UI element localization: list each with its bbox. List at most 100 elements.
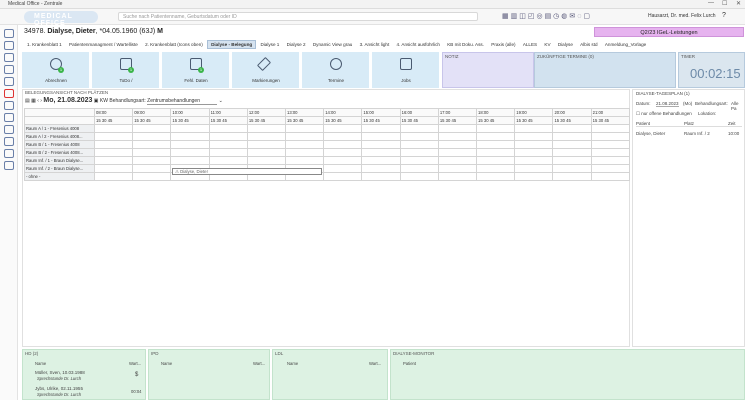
patient-name[interactable]: Dialyse, Dieter — [47, 28, 95, 35]
tile-markierungen[interactable]: Markierungen — [232, 52, 300, 88]
monitor-patient-col: Patient — [403, 361, 417, 366]
hour-header: 10:00 — [170, 108, 210, 117]
room-row[interactable]: Raum A / 1 - Fresenius 4008 — [24, 124, 631, 133]
offene-behandlungen-checkbox[interactable]: ☐ nur offene Behandlungen — [636, 111, 692, 117]
timer-value: 00:02:15 — [690, 66, 741, 81]
monitor-title: DIALYSE-MONITOR — [393, 351, 435, 356]
room-row[interactable]: Raum B / 2 - Fresenius 4008... — [24, 148, 631, 157]
tab-2[interactable]: Patientenmanagment / Wartelliste — [66, 41, 141, 48]
tile-jobs[interactable]: Jobs — [372, 52, 440, 88]
sidebar-person-icon[interactable] — [4, 101, 14, 110]
toolbar-icons[interactable]: ▦▥◫◰◎▤◷◍✉◌▢ — [502, 12, 592, 20]
close-icon[interactable]: ✕ — [736, 0, 741, 7]
hd-panel: HD (2) Name Wart... Müller, Sven, 10.03.… — [22, 349, 146, 400]
quarter-header: 15 30 45 — [208, 116, 248, 125]
tab-1[interactable]: 1. Krankenblatt 1 — [24, 41, 65, 48]
hour-header: 17:00 — [437, 108, 478, 117]
next-day-icon[interactable]: › — [40, 98, 42, 104]
hour-header: 15:00 — [361, 108, 401, 117]
hd-row-name[interactable]: Müller, Sven, 10.03.1988 — [35, 370, 85, 375]
behandlungsart-select[interactable]: Zentrumsbehandlungen — [147, 98, 218, 105]
tile-todo[interactable]: 1 ToDo / — [92, 52, 160, 88]
sidebar-list-icon[interactable] — [4, 41, 14, 50]
badge: 1 — [128, 67, 134, 73]
datum-input[interactable]: 21.08.2023 — [656, 101, 679, 107]
timer-title: TIMER — [681, 54, 695, 59]
quarter-header: 15 30 45 — [514, 116, 554, 125]
room-row[interactable]: Raum Inf. / 2 - Braun Dialyse... — [24, 164, 631, 173]
tagesplan-row[interactable]: Dialyse, Dieter Raum Inf. / 2 10:00 — [636, 131, 742, 136]
help-icon[interactable]: ? — [722, 12, 726, 19]
tab-3[interactable]: 2. Krankenblatt (Icons oben) — [142, 41, 206, 48]
ipd-name-col: Name — [161, 361, 173, 366]
tab-6[interactable]: Dialyse 2 — [284, 41, 309, 48]
hd-row-name[interactable]: Jybs, Ulrike, 02.11.1955 — [35, 386, 83, 391]
patient-dob: *04.05.1960 (63J) — [99, 28, 156, 35]
prev-day-icon[interactable]: ‹ — [37, 98, 39, 104]
sidebar-home-icon[interactable] — [4, 149, 14, 158]
appointment-block[interactable]: ⚠ Dialyse, Dieter — [172, 168, 322, 175]
notiz-title: NOTIZ — [445, 54, 459, 59]
sidebar-patients-icon[interactable] — [4, 77, 14, 86]
tab-16[interactable]: Anmeldung_Vorlage — [602, 41, 649, 48]
room-row[interactable]: Raum Inf. / 1 - Braun Dialyse... — [24, 156, 631, 165]
sidebar-card-icon[interactable] — [4, 65, 14, 74]
tab-15[interactable]: Albis std — [577, 41, 600, 48]
quarter-header: 15 30 45 — [132, 116, 172, 125]
sidebar-phone-icon[interactable] — [4, 113, 14, 122]
current-date: Mo, 21.08.2023 — [43, 97, 93, 104]
room-row[interactable]: - ohne - — [24, 172, 631, 181]
tab-10[interactable]: KB mit Doku. Ass. — [444, 41, 487, 48]
window-title: Medical Office - Zentrale — [8, 1, 63, 7]
hour-header: 21:00 — [590, 108, 631, 117]
tab-9[interactable]: 4. Ansicht ausführlich — [394, 41, 443, 48]
notiz-panel[interactable]: NOTIZ — [442, 52, 534, 88]
quarter-header: 15 30 45 — [437, 116, 478, 125]
tab-13[interactable]: KV — [541, 41, 553, 48]
tab-11[interactable]: Praxis (alle) — [488, 41, 518, 48]
hd-row-val: $ — [135, 372, 139, 378]
tile-fehl-daten[interactable]: 1 Fehl. Daten — [162, 52, 230, 88]
behandlungsart-value[interactable]: Alle Pa — [731, 101, 745, 111]
warning-icon: ⚠ — [175, 169, 179, 174]
tile-abrechnen[interactable]: 1 Abrechnen — [22, 52, 90, 88]
hour-header: 14:00 — [323, 108, 363, 117]
tab-14[interactable]: Dialyse — [555, 41, 576, 48]
sidebar-chat-icon[interactable] — [4, 125, 14, 134]
sidebar-calendar-icon[interactable] — [4, 29, 14, 38]
quarter-header: 15 30 45 — [323, 116, 363, 125]
tab-7[interactable]: Dynamic View grau — [310, 41, 356, 48]
hd-name-col: Name — [35, 361, 47, 366]
sidebar-search-icon[interactable] — [4, 137, 14, 146]
minimize-icon[interactable]: — — [708, 0, 714, 6]
user-menu[interactable]: Hausarzt, Dr. med. Felix Lurch — [648, 13, 716, 19]
badge: 1 — [198, 67, 204, 73]
patient-id: 34978. — [24, 28, 46, 35]
tab-8[interactable]: 3. Ansicht light — [357, 41, 393, 48]
tab-4-active[interactable]: Dialyse - Belegung — [207, 40, 257, 49]
belegung-grid: 08:00 09:00 10:00 11:00 12:00 13:00 14:00 15:00… — [24, 108, 631, 181]
ldl-wait-col: Wart... — [369, 361, 382, 366]
tagesplan-title: DIALYSE-TAGESPLAN (1) — [636, 91, 690, 96]
room-label: Raum A / 2 - Fresenius 4008... — [24, 132, 95, 141]
behandlungsart-label: Behandlungsart: — [109, 98, 146, 104]
upcoming-appointments-panel[interactable]: ZUKÜNFTIGE TERMINE (0) — [534, 52, 676, 88]
igel-button[interactable]: Q2/23 IGeL-Leistungen — [594, 27, 744, 37]
sidebar-alert-icon[interactable] — [4, 89, 14, 98]
maximize-icon[interactable]: ☐ — [722, 0, 727, 7]
tile-termine[interactable]: Termine — [302, 52, 370, 88]
view-toggle-icon[interactable]: ▤ ▦ — [25, 98, 36, 104]
sidebar-printer-icon[interactable] — [4, 53, 14, 62]
tab-5[interactable]: Dialyse 1 — [257, 41, 282, 48]
chevron-down-icon[interactable]: ⌄ — [219, 98, 223, 104]
patient-search-input[interactable]: Suche nach Patientenname, Geburtsdatum o… — [118, 12, 478, 21]
room-row[interactable]: Raum B / 1 - Fresenius 4008 — [24, 140, 631, 149]
belegung-toolbar: ▤ ▦ ‹ › Mo, 21.08.2023 ▣ KW Behandlungsa… — [25, 97, 223, 105]
calendar-icon[interactable]: ▣ — [94, 98, 99, 104]
hour-header: 19:00 — [514, 108, 554, 117]
tab-12[interactable]: ALLES — [520, 41, 540, 48]
behandlungsart-label: Behandlungsart: — [695, 101, 728, 106]
sidebar-lock-icon[interactable] — [4, 161, 14, 170]
quarter-header: 15 30 45 — [93, 116, 134, 125]
room-row[interactable]: Raum A / 2 - Fresenius 4008... — [24, 132, 631, 141]
